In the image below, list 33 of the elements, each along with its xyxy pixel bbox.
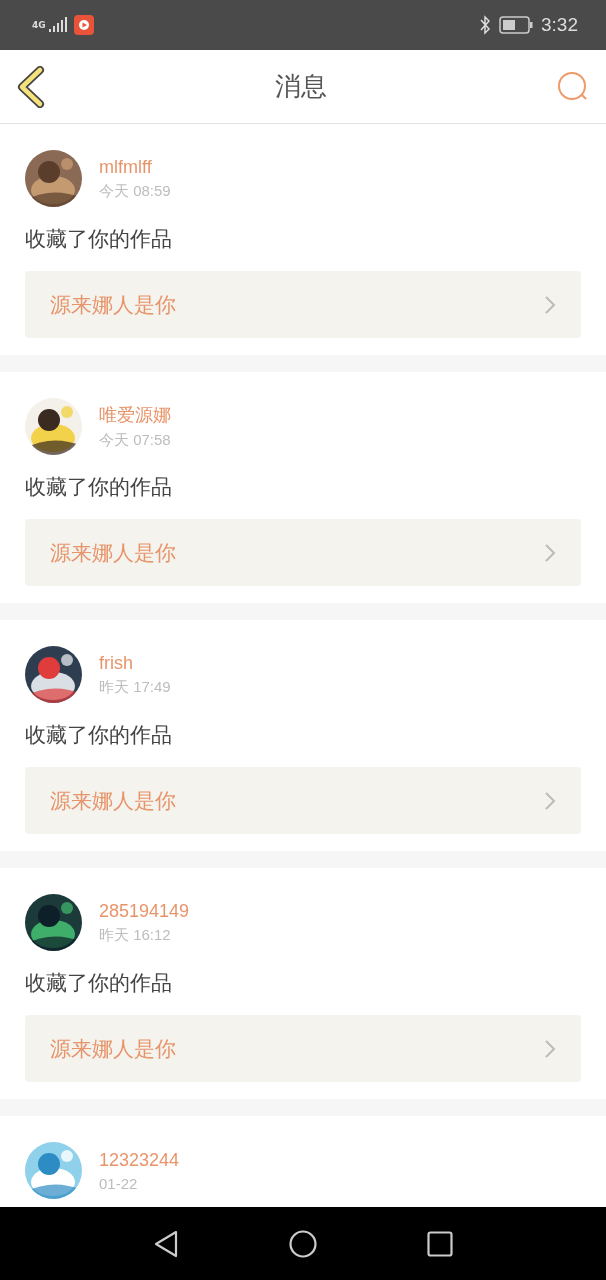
work-link[interactable]: 源来娜人是你	[25, 519, 581, 586]
clock-time: 3:32	[541, 14, 578, 36]
message-text: 收藏了你的作品	[25, 226, 173, 253]
page-title: 消息	[275, 70, 327, 103]
chevron-icon	[544, 294, 556, 315]
user-name[interactable]: 唯爱源娜	[99, 403, 171, 427]
user-name[interactable]: 12323244	[99, 1149, 180, 1171]
back-icon[interactable]	[16, 65, 46, 108]
battery-icon	[499, 16, 533, 34]
bluetooth-icon	[479, 15, 491, 35]
recents-nav-icon[interactable]	[427, 1230, 453, 1257]
work-link[interactable]: 源来娜人是你	[25, 271, 581, 338]
message-time: 今天 07:58	[99, 431, 171, 450]
chevron-icon	[544, 790, 556, 811]
message-time: 今天 08:59	[99, 181, 171, 201]
message-text: 收藏了你的作品	[25, 722, 173, 749]
message-text: 收藏了你的作品	[25, 970, 173, 997]
message-time: 昨天 17:49	[99, 677, 171, 697]
user-name[interactable]: frish	[99, 652, 171, 674]
message-time: 昨天 16:12	[99, 925, 172, 945]
user-name[interactable]: 285194149	[99, 900, 190, 922]
message-time: 01-22	[99, 1174, 139, 1192]
work-link[interactable]: 源来娜人是你	[25, 767, 581, 834]
app-icon	[73, 15, 94, 35]
work-link[interactable]: 源来娜人是你	[25, 1015, 581, 1082]
message-text: 收藏了你的作品	[25, 474, 173, 501]
network-label: 4G	[32, 20, 46, 30]
chevron-icon	[544, 1038, 556, 1059]
chevron-icon	[544, 542, 556, 563]
home-nav-icon[interactable]	[289, 1229, 317, 1258]
back-nav-icon[interactable]	[153, 1229, 179, 1258]
signal-icon	[47, 17, 68, 33]
user-name[interactable]: mlfmlff	[99, 156, 171, 178]
